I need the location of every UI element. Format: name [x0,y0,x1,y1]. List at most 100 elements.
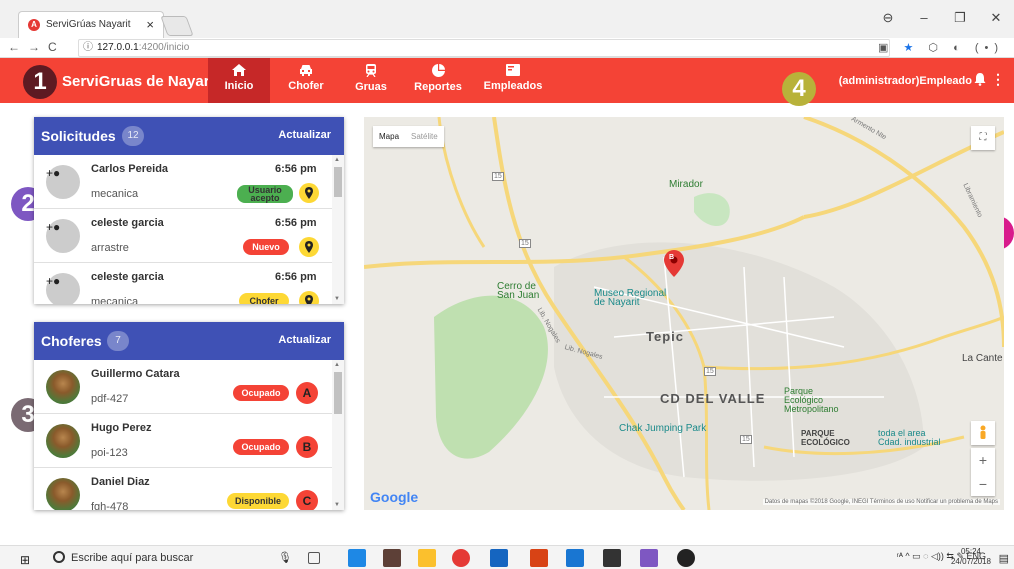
map-type-mapa[interactable]: Mapa [373,126,405,147]
highway-shield: 15 [519,239,531,248]
scrollbar[interactable]: ▲ ▼ [332,155,344,304]
browser-tab[interactable]: A ServiGrúas Nayarit × [18,11,164,38]
map-label-tepic: Tepic [646,329,684,344]
close-button[interactable]: ✕ [978,10,1014,30]
brand-title[interactable]: ServiGruas de Nayarit [62,73,219,90]
info-icon[interactable]: ⓘ [83,40,93,56]
list-item[interactable]: +● celeste garcia arrastre 6:56 pm Nuevo [34,209,344,263]
map-attribution[interactable]: Datos de mapas ©2018 Google, INEGI Térmi… [762,499,1000,505]
scroll-up-icon[interactable]: ▲ [334,362,340,368]
new-tab-button[interactable] [160,16,194,36]
tab-close-icon[interactable]: × [146,17,154,32]
list-item[interactable]: Daniel Diaz fgh-478 Disponible C [34,468,344,510]
location-pin-button[interactable] [299,291,319,304]
requester-name: celeste garcia [91,271,164,283]
solicitudes-list[interactable]: +● Carlos Pereida mecanica 6:56 pm Usuar… [34,155,344,304]
request-time: 6:56 pm [275,271,317,283]
extension-radio-icon[interactable]: (•) [975,42,1004,54]
scroll-thumb[interactable] [334,167,342,197]
nav-buttons[interactable]: ←→C [8,40,65,54]
list-item[interactable]: Hugo Perez poi-123 Ocupado B [34,414,344,468]
map-label-valle: CD DEL VALLE [660,391,766,406]
driver-plate: fgh-478 [91,501,129,510]
action-center-icon[interactable]: ▤ [999,552,1009,565]
map-type-control[interactable]: Mapa Satélite [373,126,444,147]
extension-shield-icon[interactable]: ⬡ [928,42,944,54]
terminal-icon[interactable] [603,549,621,567]
translate-icon[interactable]: ▣ [878,42,894,54]
github-icon[interactable] [677,549,695,567]
bookmark-star-icon[interactable]: ★ [903,42,919,54]
window-controls: ⊖ – ❐ ✕ [870,10,1014,30]
scroll-up-icon[interactable]: ▲ [334,157,340,163]
store-icon[interactable] [383,549,401,567]
nav-inicio[interactable]: Inicio [208,58,270,103]
list-item[interactable]: +● celeste garcia mecanica 6:56 pm Chofe… [34,263,344,304]
driver-letter-badge: C [296,490,318,510]
driver-plate: pdf-427 [91,393,129,405]
solicitudes-count-badge: 12 [122,126,144,146]
nav-reportes[interactable]: Reportes [410,58,466,103]
nav-empleados[interactable]: Empleados [480,58,546,103]
word-icon[interactable] [490,549,508,567]
vscode-icon[interactable] [566,549,584,567]
minimize-button[interactable]: – [906,10,942,30]
fullscreen-icon[interactable]: ⛶ [971,126,995,150]
pie-chart-icon [431,64,445,77]
driver-name: Guillermo Catara [91,368,180,380]
home-icon [232,64,246,76]
scroll-down-icon[interactable]: ▼ [334,296,340,302]
choferes-refresh-button[interactable]: Actualizar [278,334,331,346]
nav-chofer[interactable]: Chofer [280,58,332,103]
list-item[interactable]: Guillermo Catara pdf-427 Ocupado A [34,360,344,414]
microphone-icon[interactable]: 🎙 [278,551,296,569]
nav-gruas[interactable]: Gruas [348,58,394,103]
scrollbar[interactable]: ▲ ▼ [332,360,344,510]
profile-icon[interactable]: ⊖ [870,10,906,30]
powerpoint-icon[interactable] [530,549,548,567]
map-label-cantera: La Cante [962,353,1003,364]
scroll-down-icon[interactable]: ▼ [334,502,340,508]
nav-label: Reportes [414,81,462,93]
site-favicon-icon: A [28,19,40,31]
nav-label: Empleados [483,80,543,92]
map-pin-label: B [669,254,675,261]
edge-icon[interactable] [348,549,366,567]
extension-moon-icon[interactable]: ◐ [953,42,966,54]
restore-button[interactable]: ❐ [942,10,978,30]
solicitudes-refresh-button[interactable]: Actualizar [278,129,331,141]
task-view-icon[interactable] [308,552,320,564]
zoom-out-button[interactable]: − [971,472,995,496]
location-pin-button[interactable] [299,237,319,257]
windows-start-icon[interactable]: ⊞ [20,553,30,567]
choferes-list[interactable]: Guillermo Catara pdf-427 Ocupado A Hugo … [34,360,344,510]
file-explorer-icon[interactable] [418,549,436,567]
map-type-satelite[interactable]: Satélite [405,126,444,147]
zoom-in-button[interactable]: + [971,448,995,472]
driver-avatar [46,370,80,404]
train-icon [366,64,376,77]
requester-name: Carlos Pereida [91,163,169,175]
account-label[interactable]: (administrador)Empleado [839,75,972,87]
tab-title: ServiGrúas Nayarit [46,19,131,30]
google-logo: Google [370,489,419,505]
map[interactable]: B Mapa Satélite ⛶ Mirador Cerro de San J… [364,117,1004,510]
url-input[interactable]: ⓘ 127.0.0.1:4200/inicio [78,39,890,57]
status-badge: Usuario acepto [237,185,293,203]
driver-name: Daniel Diaz [91,476,150,488]
app-icon[interactable] [640,549,658,567]
taskbar-search[interactable]: Escribe aquí para buscar [53,551,193,564]
map-label-toda: toda el area Cdad. industrial [878,428,941,447]
notification-bell-icon[interactable] [974,72,986,89]
zoom-control[interactable]: + − [971,448,995,496]
more-menu-icon[interactable]: ⋮ [991,71,1005,88]
taskbar-clock[interactable]: 05:24 24/07/2018 [951,547,991,567]
location-pin-button[interactable] [299,183,319,203]
map-label-chafe: Chak Jumping Park [619,423,707,434]
scroll-thumb[interactable] [334,372,342,414]
solicitudes-title: Solicitudes [41,128,116,144]
list-item[interactable]: +● Carlos Pereida mecanica 6:56 pm Usuar… [34,155,344,209]
status-badge: Chofer [239,293,289,304]
pegman-icon[interactable] [971,421,995,445]
chrome-icon[interactable] [452,549,470,567]
